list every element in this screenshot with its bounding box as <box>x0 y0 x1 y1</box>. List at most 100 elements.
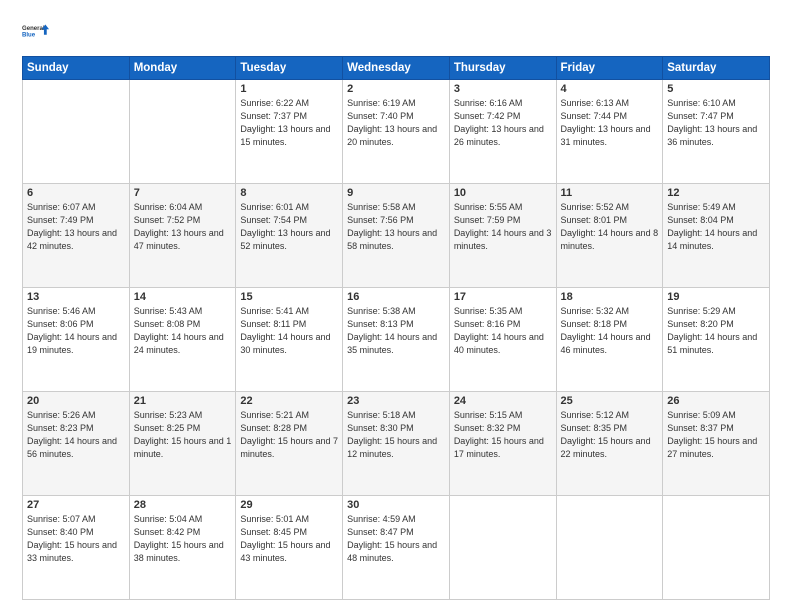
day-info: Sunrise: 4:59 AM Sunset: 8:47 PM Dayligh… <box>347 513 445 565</box>
day-info: Sunrise: 5:29 AM Sunset: 8:20 PM Dayligh… <box>667 305 765 357</box>
weekday-header-row: SundayMondayTuesdayWednesdayThursdayFrid… <box>23 57 770 80</box>
day-cell: 19 Sunrise: 5:29 AM Sunset: 8:20 PM Dayli… <box>663 288 770 392</box>
day-cell: 30 Sunrise: 4:59 AM Sunset: 8:47 PM Dayli… <box>343 496 450 600</box>
day-number: 16 <box>347 291 445 303</box>
day-cell <box>449 496 556 600</box>
day-info: Sunrise: 6:22 AM Sunset: 7:37 PM Dayligh… <box>240 97 338 149</box>
day-info: Sunrise: 6:16 AM Sunset: 7:42 PM Dayligh… <box>454 97 552 149</box>
day-number: 12 <box>667 187 765 199</box>
day-cell: 10 Sunrise: 5:55 AM Sunset: 7:59 PM Dayli… <box>449 184 556 288</box>
day-number: 17 <box>454 291 552 303</box>
svg-text:General: General <box>22 26 45 32</box>
week-row-4: 20Sunrise: 5:26 AM Sunset: 8:23 PM Dayli… <box>23 392 770 496</box>
calendar: SundayMondayTuesdayWednesdayThursdayFrid… <box>22 56 770 600</box>
day-info: Sunrise: 5:58 AM Sunset: 7:56 PM Dayligh… <box>347 201 445 253</box>
day-cell <box>129 80 236 184</box>
logo-icon: GeneralBlue <box>22 18 50 46</box>
day-cell: 22Sunrise: 5:21 AM Sunset: 8:28 PM Dayli… <box>236 392 343 496</box>
day-cell: 7 Sunrise: 6:04 AM Sunset: 7:52 PM Daylig… <box>129 184 236 288</box>
day-number: 4 <box>561 83 659 95</box>
day-cell: 18 Sunrise: 5:32 AM Sunset: 8:18 PM Dayli… <box>556 288 663 392</box>
day-number: 3 <box>454 83 552 95</box>
weekday-header-tuesday: Tuesday <box>236 57 343 80</box>
day-number: 10 <box>454 187 552 199</box>
day-info: Sunrise: 5:12 AM Sunset: 8:35 PM Dayligh… <box>561 409 659 461</box>
day-info: Sunrise: 5:01 AM Sunset: 8:45 PM Dayligh… <box>240 513 338 565</box>
day-info: Sunrise: 5:07 AM Sunset: 8:40 PM Dayligh… <box>27 513 125 565</box>
day-info: Sunrise: 5:09 AM Sunset: 8:37 PM Dayligh… <box>667 409 765 461</box>
day-info: Sunrise: 5:52 AM Sunset: 8:01 PM Dayligh… <box>561 201 659 253</box>
weekday-header-friday: Friday <box>556 57 663 80</box>
weekday-header-wednesday: Wednesday <box>343 57 450 80</box>
day-cell: 27 Sunrise: 5:07 AM Sunset: 8:40 PM Dayli… <box>23 496 130 600</box>
day-number: 13 <box>27 291 125 303</box>
weekday-header-thursday: Thursday <box>449 57 556 80</box>
day-info: Sunrise: 6:07 AM Sunset: 7:49 PM Dayligh… <box>27 201 125 253</box>
day-number: 5 <box>667 83 765 95</box>
day-number: 27 <box>27 499 125 511</box>
day-cell: 23 Sunrise: 5:18 AM Sunset: 8:30 PM Dayli… <box>343 392 450 496</box>
day-info: Sunrise: 5:38 AM Sunset: 8:13 PM Dayligh… <box>347 305 445 357</box>
day-info: Sunrise: 6:01 AM Sunset: 7:54 PM Dayligh… <box>240 201 338 253</box>
day-cell: 29Sunrise: 5:01 AM Sunset: 8:45 PM Dayli… <box>236 496 343 600</box>
day-number: 7 <box>134 187 232 199</box>
week-row-5: 27 Sunrise: 5:07 AM Sunset: 8:40 PM Dayli… <box>23 496 770 600</box>
page: GeneralBlue SundayMondayTuesdayWednesday… <box>0 0 792 612</box>
day-number: 19 <box>667 291 765 303</box>
day-info: Sunrise: 5:32 AM Sunset: 8:18 PM Dayligh… <box>561 305 659 357</box>
day-cell: 24 Sunrise: 5:15 AM Sunset: 8:32 PM Dayli… <box>449 392 556 496</box>
week-row-3: 13 Sunrise: 5:46 AM Sunset: 8:06 PM Dayli… <box>23 288 770 392</box>
day-number: 8 <box>240 187 338 199</box>
day-number: 2 <box>347 83 445 95</box>
day-number: 25 <box>561 395 659 407</box>
day-cell: 16 Sunrise: 5:38 AM Sunset: 8:13 PM Dayli… <box>343 288 450 392</box>
day-number: 30 <box>347 499 445 511</box>
day-number: 18 <box>561 291 659 303</box>
day-number: 23 <box>347 395 445 407</box>
day-info: Sunrise: 5:23 AM Sunset: 8:25 PM Dayligh… <box>134 409 232 461</box>
svg-text:Blue: Blue <box>22 33 36 39</box>
day-info: Sunrise: 5:41 AM Sunset: 8:11 PM Dayligh… <box>240 305 338 357</box>
day-number: 22 <box>240 395 338 407</box>
day-info: Sunrise: 6:04 AM Sunset: 7:52 PM Dayligh… <box>134 201 232 253</box>
day-number: 9 <box>347 187 445 199</box>
week-row-1: 1 Sunrise: 6:22 AM Sunset: 7:37 PM Daylig… <box>23 80 770 184</box>
day-number: 28 <box>134 499 232 511</box>
logo: GeneralBlue <box>22 18 50 46</box>
day-info: Sunrise: 5:49 AM Sunset: 8:04 PM Dayligh… <box>667 201 765 253</box>
day-number: 15 <box>240 291 338 303</box>
day-info: Sunrise: 5:46 AM Sunset: 8:06 PM Dayligh… <box>27 305 125 357</box>
day-info: Sunrise: 6:10 AM Sunset: 7:47 PM Dayligh… <box>667 97 765 149</box>
header: GeneralBlue <box>22 18 770 46</box>
day-number: 6 <box>27 187 125 199</box>
day-number: 11 <box>561 187 659 199</box>
day-cell: 21 Sunrise: 5:23 AM Sunset: 8:25 PM Dayli… <box>129 392 236 496</box>
day-cell <box>23 80 130 184</box>
day-info: Sunrise: 5:26 AM Sunset: 8:23 PM Dayligh… <box>27 409 125 461</box>
day-cell: 26 Sunrise: 5:09 AM Sunset: 8:37 PM Dayli… <box>663 392 770 496</box>
day-cell: 12 Sunrise: 5:49 AM Sunset: 8:04 PM Dayli… <box>663 184 770 288</box>
weekday-header-monday: Monday <box>129 57 236 80</box>
day-cell: 9 Sunrise: 5:58 AM Sunset: 7:56 PM Daylig… <box>343 184 450 288</box>
day-info: Sunrise: 5:43 AM Sunset: 8:08 PM Dayligh… <box>134 305 232 357</box>
day-info: Sunrise: 5:15 AM Sunset: 8:32 PM Dayligh… <box>454 409 552 461</box>
day-info: Sunrise: 5:55 AM Sunset: 7:59 PM Dayligh… <box>454 201 552 253</box>
day-number: 1 <box>240 83 338 95</box>
day-cell: 6 Sunrise: 6:07 AM Sunset: 7:49 PM Daylig… <box>23 184 130 288</box>
day-cell: 2 Sunrise: 6:19 AM Sunset: 7:40 PM Daylig… <box>343 80 450 184</box>
day-cell: 28Sunrise: 5:04 AM Sunset: 8:42 PM Dayli… <box>129 496 236 600</box>
weekday-header-saturday: Saturday <box>663 57 770 80</box>
day-cell: 1 Sunrise: 6:22 AM Sunset: 7:37 PM Daylig… <box>236 80 343 184</box>
day-number: 14 <box>134 291 232 303</box>
day-cell: 14 Sunrise: 5:43 AM Sunset: 8:08 PM Dayli… <box>129 288 236 392</box>
weekday-header-sunday: Sunday <box>23 57 130 80</box>
day-number: 24 <box>454 395 552 407</box>
day-cell: 17Sunrise: 5:35 AM Sunset: 8:16 PM Dayli… <box>449 288 556 392</box>
day-number: 26 <box>667 395 765 407</box>
week-row-2: 6 Sunrise: 6:07 AM Sunset: 7:49 PM Daylig… <box>23 184 770 288</box>
day-cell: 3 Sunrise: 6:16 AM Sunset: 7:42 PM Daylig… <box>449 80 556 184</box>
day-number: 21 <box>134 395 232 407</box>
day-info: Sunrise: 6:19 AM Sunset: 7:40 PM Dayligh… <box>347 97 445 149</box>
day-info: Sunrise: 5:18 AM Sunset: 8:30 PM Dayligh… <box>347 409 445 461</box>
day-cell: 20Sunrise: 5:26 AM Sunset: 8:23 PM Dayli… <box>23 392 130 496</box>
